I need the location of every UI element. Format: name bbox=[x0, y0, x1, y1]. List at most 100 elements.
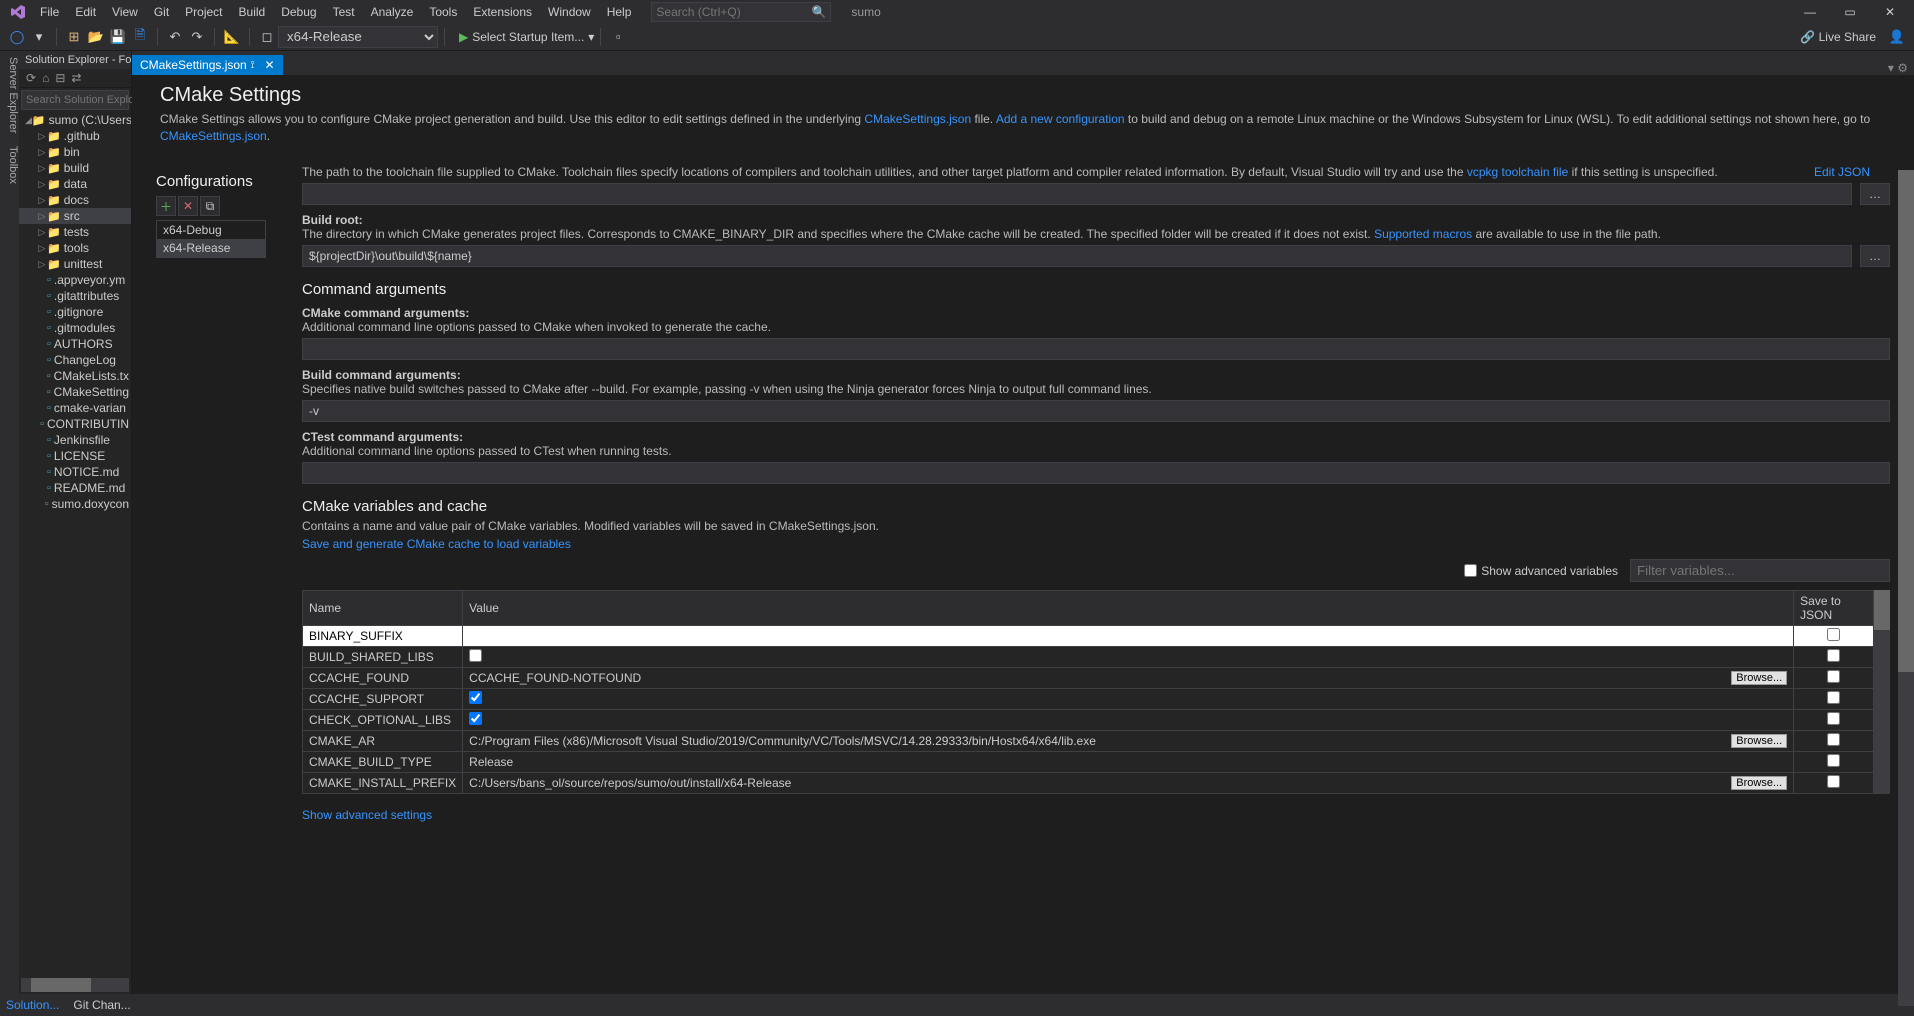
tree-file[interactable]: ▫.gitattributes bbox=[19, 288, 131, 304]
tree-folder-build[interactable]: ▷📁build bbox=[19, 160, 131, 176]
save-icon[interactable]: 💾 bbox=[109, 28, 127, 46]
minimize-button[interactable]: ― bbox=[1790, 2, 1830, 22]
save-json-checkbox[interactable] bbox=[1827, 733, 1840, 746]
table-scrollbar[interactable] bbox=[1874, 590, 1890, 794]
sync-icon[interactable]: ⟳ bbox=[26, 71, 36, 85]
config-dropdown[interactable]: x64-Release bbox=[278, 26, 438, 48]
var-row[interactable]: CHECK_OPTIONAL_LIBS bbox=[303, 710, 1874, 731]
edit-json-link[interactable]: Edit JSON bbox=[1814, 165, 1870, 179]
show-advanced-settings-link[interactable]: Show advanced settings bbox=[302, 808, 432, 822]
horizontal-scrollbar[interactable] bbox=[21, 978, 129, 992]
build-args-input[interactable] bbox=[302, 400, 1890, 422]
tree-file[interactable]: ▫ChangeLog bbox=[19, 352, 131, 368]
nav-back-icon[interactable]: ◯ bbox=[8, 28, 26, 46]
menu-project[interactable]: Project bbox=[177, 2, 230, 22]
collapse-icon[interactable]: ⊟ bbox=[55, 71, 65, 85]
menu-analyze[interactable]: Analyze bbox=[363, 2, 422, 22]
tree-file[interactable]: ▫README.md bbox=[19, 480, 131, 496]
tab-cmakesettings[interactable]: CMakeSettings.json ⟟ ✕ bbox=[132, 55, 283, 75]
undo-icon[interactable]: ↶ bbox=[166, 28, 184, 46]
editor-scrollbar[interactable] bbox=[1898, 170, 1914, 1006]
col-value[interactable]: Value bbox=[463, 591, 1794, 626]
status-solution[interactable]: Solution... bbox=[6, 998, 59, 1012]
add-config-button[interactable]: ＋ bbox=[156, 196, 176, 216]
tree-file[interactable]: ▫cmake-varian bbox=[19, 400, 131, 416]
tree-folder-src[interactable]: ▷📁src bbox=[19, 208, 131, 224]
browse-button[interactable]: Browse... bbox=[1731, 776, 1787, 790]
tree-root[interactable]: ◢📁sumo (C:\Users\b bbox=[19, 112, 131, 128]
save-json-checkbox[interactable] bbox=[1827, 649, 1840, 662]
tree-file[interactable]: ▫CMakeLists.tx bbox=[19, 368, 131, 384]
save-cache-link[interactable]: Save and generate CMake cache to load va… bbox=[302, 537, 571, 551]
macros-link[interactable]: Supported macros bbox=[1374, 227, 1472, 241]
cmakesettings-link2[interactable]: CMakeSettings.json bbox=[160, 129, 267, 143]
tree-file[interactable]: ▫AUTHORS bbox=[19, 336, 131, 352]
var-bool-value[interactable] bbox=[469, 691, 482, 704]
tree-folder-bin[interactable]: ▷📁bin bbox=[19, 144, 131, 160]
tree-file[interactable]: ▫CMakeSetting bbox=[19, 384, 131, 400]
start-button[interactable]: ▶ Select Startup Item... ▾ bbox=[459, 30, 594, 44]
menu-view[interactable]: View bbox=[104, 2, 146, 22]
menu-help[interactable]: Help bbox=[599, 2, 640, 22]
save-json-checkbox[interactable] bbox=[1827, 628, 1840, 641]
close-tab-icon[interactable]: ✕ bbox=[264, 58, 274, 72]
col-save[interactable]: Save to JSON bbox=[1794, 591, 1874, 626]
tree-folder-unittest[interactable]: ▷📁unittest bbox=[19, 256, 131, 272]
save-json-checkbox[interactable] bbox=[1827, 775, 1840, 788]
tree-file[interactable]: ▫sumo.doxycon bbox=[19, 496, 131, 512]
menu-tools[interactable]: Tools bbox=[421, 2, 465, 22]
tabs-overflow[interactable]: ▾ ⚙ bbox=[1882, 61, 1914, 75]
close-button[interactable]: ✕ bbox=[1870, 2, 1910, 22]
tree-folder-tests[interactable]: ▷📁tests bbox=[19, 224, 131, 240]
maximize-button[interactable]: ▭ bbox=[1830, 2, 1870, 22]
status-git[interactable]: Git Chan... bbox=[73, 998, 130, 1012]
tree-file[interactable]: ▫.gitignore bbox=[19, 304, 131, 320]
show-advanced-checkbox[interactable]: Show advanced variables bbox=[1464, 564, 1618, 578]
target-icon[interactable]: ◻ bbox=[258, 28, 276, 46]
nav-fwd-icon[interactable]: ▾ bbox=[30, 28, 48, 46]
var-row[interactable]: CMAKE_INSTALL_PREFIXC:/Users/bans_ol/sou… bbox=[303, 773, 1874, 794]
tree-folder-data[interactable]: ▷📁data bbox=[19, 176, 131, 192]
live-share-button[interactable]: 🔗 Live Share bbox=[1800, 30, 1876, 44]
buildroot-input[interactable] bbox=[302, 245, 1852, 267]
toolchain-browse-button[interactable]: … bbox=[1860, 183, 1890, 205]
cmakesettings-link[interactable]: CMakeSettings.json bbox=[864, 112, 971, 126]
var-row[interactable]: BINARY_SUFFIX bbox=[303, 626, 1874, 647]
menu-debug[interactable]: Debug bbox=[273, 2, 324, 22]
tree-folder-docs[interactable]: ▷📁docs bbox=[19, 192, 131, 208]
tree-file[interactable]: ▫CONTRIBUTIN bbox=[19, 416, 131, 432]
switch-icon[interactable]: ⇄ bbox=[71, 71, 81, 85]
save-json-checkbox[interactable] bbox=[1827, 712, 1840, 725]
add-config-link[interactable]: Add a new configuration bbox=[996, 112, 1125, 126]
menu-window[interactable]: Window bbox=[540, 2, 599, 22]
redo-icon[interactable]: ↷ bbox=[188, 28, 206, 46]
open-icon[interactable]: 📂 bbox=[87, 28, 105, 46]
buildroot-browse-button[interactable]: … bbox=[1860, 245, 1890, 267]
tree-file[interactable]: ▫Jenkinsfile bbox=[19, 432, 131, 448]
var-row[interactable]: CMAKE_BUILD_TYPERelease bbox=[303, 752, 1874, 773]
tree-file[interactable]: ▫LICENSE bbox=[19, 448, 131, 464]
var-row[interactable]: CMAKE_ARC:/Program Files (x86)/Microsoft… bbox=[303, 731, 1874, 752]
tree-file[interactable]: ▫NOTICE.md bbox=[19, 464, 131, 480]
quick-search-input[interactable] bbox=[656, 5, 811, 19]
save-all-icon[interactable]: 🗎 bbox=[131, 28, 149, 46]
tree-folder-.github[interactable]: ▷📁.github bbox=[19, 128, 131, 144]
filter-variables-input[interactable] bbox=[1630, 559, 1890, 582]
solution-search[interactable]: 🔍 bbox=[21, 90, 129, 110]
var-bool-value[interactable] bbox=[469, 649, 482, 662]
tree-file[interactable]: ▫.gitmodules bbox=[19, 320, 131, 336]
server-explorer-tab[interactable]: Server Explorer bbox=[7, 57, 19, 133]
config-item-x64-debug[interactable]: x64-Debug bbox=[157, 221, 265, 239]
save-json-checkbox[interactable] bbox=[1827, 754, 1840, 767]
toolbox-tab[interactable]: Toolbox bbox=[7, 146, 19, 184]
tree-file[interactable]: ▫.appveyor.ym bbox=[19, 272, 131, 288]
var-row[interactable]: CCACHE_SUPPORT bbox=[303, 689, 1874, 710]
copy-config-button[interactable]: ⧉ bbox=[200, 196, 220, 216]
extra-icon[interactable]: ▫ bbox=[609, 28, 627, 46]
ctest-args-input[interactable] bbox=[302, 462, 1890, 484]
save-json-checkbox[interactable] bbox=[1827, 670, 1840, 683]
cmake-args-input[interactable] bbox=[302, 338, 1890, 360]
browse-button[interactable]: Browse... bbox=[1731, 671, 1787, 685]
menu-extensions[interactable]: Extensions bbox=[465, 2, 540, 22]
browse-button[interactable]: Browse... bbox=[1731, 734, 1787, 748]
